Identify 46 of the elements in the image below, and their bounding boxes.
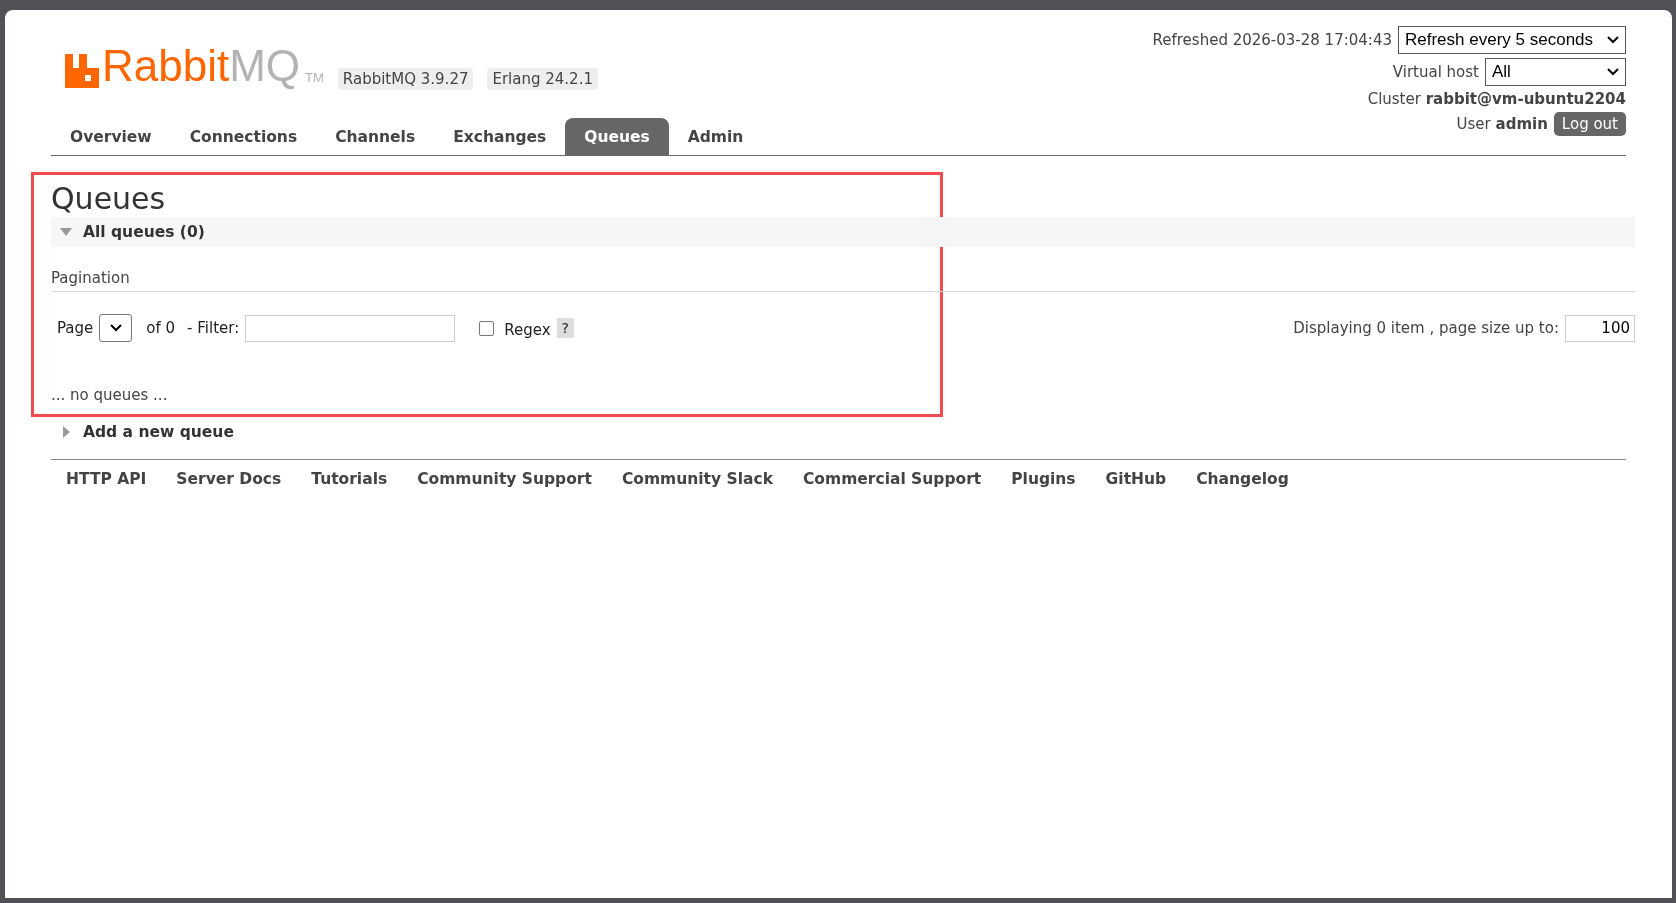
- chevron-down-icon: [1607, 36, 1619, 44]
- footer-link[interactable]: Plugins: [1011, 470, 1076, 488]
- version-badge: Erlang 24.2.1: [487, 68, 598, 90]
- nav-tab[interactable]: Connections: [170, 118, 317, 155]
- page-label: Page: [57, 319, 94, 337]
- filter-field[interactable]: [245, 314, 456, 342]
- version-badge: RabbitMQ 3.9.27: [337, 68, 474, 90]
- empty-text: ... no queues ...: [51, 386, 169, 404]
- filter-label: - Filter:: [187, 319, 240, 337]
- user-text: User admin: [1456, 115, 1548, 133]
- cluster-text: Cluster rabbit@vm-ubuntu2204: [1367, 90, 1626, 108]
- vhost-label: Virtual host: [1392, 63, 1479, 81]
- footer-link[interactable]: Commercial Support: [802, 470, 982, 488]
- footer-link[interactable]: Community Slack: [621, 470, 773, 488]
- page-count-text: of 0: [146, 319, 176, 337]
- page-title: Queues: [51, 181, 167, 217]
- logo-text: RabbitMQ: [102, 44, 301, 88]
- footer-link[interactable]: Community Support: [417, 470, 592, 488]
- nav-tab[interactable]: Channels: [316, 118, 435, 155]
- displaying-text: Displaying 0 item , page size up to:: [1293, 319, 1559, 337]
- chevron-down-icon: [1607, 68, 1619, 76]
- pagination-heading: Pagination: [51, 269, 1635, 292]
- footer-link[interactable]: HTTP API: [66, 470, 147, 488]
- refreshed-text: Refreshed 2026-03-28 17:04:43: [1152, 31, 1392, 49]
- trademark-text: TM: [305, 71, 324, 87]
- section-header[interactable]: All queues (0): [51, 217, 1635, 247]
- regex-checkbox[interactable]: [479, 320, 495, 336]
- logo-icon: [65, 54, 99, 88]
- triangle-down-icon[interactable]: [59, 226, 73, 238]
- nav-tab[interactable]: Overview: [51, 118, 171, 155]
- footer-link[interactable]: Server Docs: [176, 470, 282, 488]
- nav-tab[interactable]: Admin: [668, 118, 763, 155]
- page-size-field[interactable]: 100: [1565, 314, 1635, 342]
- regex-label: Regex: [504, 321, 551, 339]
- help-button[interactable]: ?: [556, 318, 574, 338]
- footer-link[interactable]: GitHub: [1105, 470, 1167, 488]
- vhost-select[interactable]: All: [1485, 58, 1626, 86]
- footer-link[interactable]: Changelog: [1196, 470, 1289, 488]
- page-select[interactable]: [99, 314, 133, 342]
- footer-link[interactable]: Tutorials: [311, 470, 388, 488]
- section-header[interactable]: Add a new queue: [51, 417, 1626, 447]
- chevron-down-icon: [109, 324, 122, 332]
- nav-tab[interactable]: Exchanges: [434, 118, 566, 155]
- nav-tab[interactable]: Queues: [565, 118, 669, 155]
- logout-button[interactable]: Log out: [1553, 112, 1626, 136]
- refresh-select[interactable]: Refresh every 5 seconds: [1398, 26, 1626, 54]
